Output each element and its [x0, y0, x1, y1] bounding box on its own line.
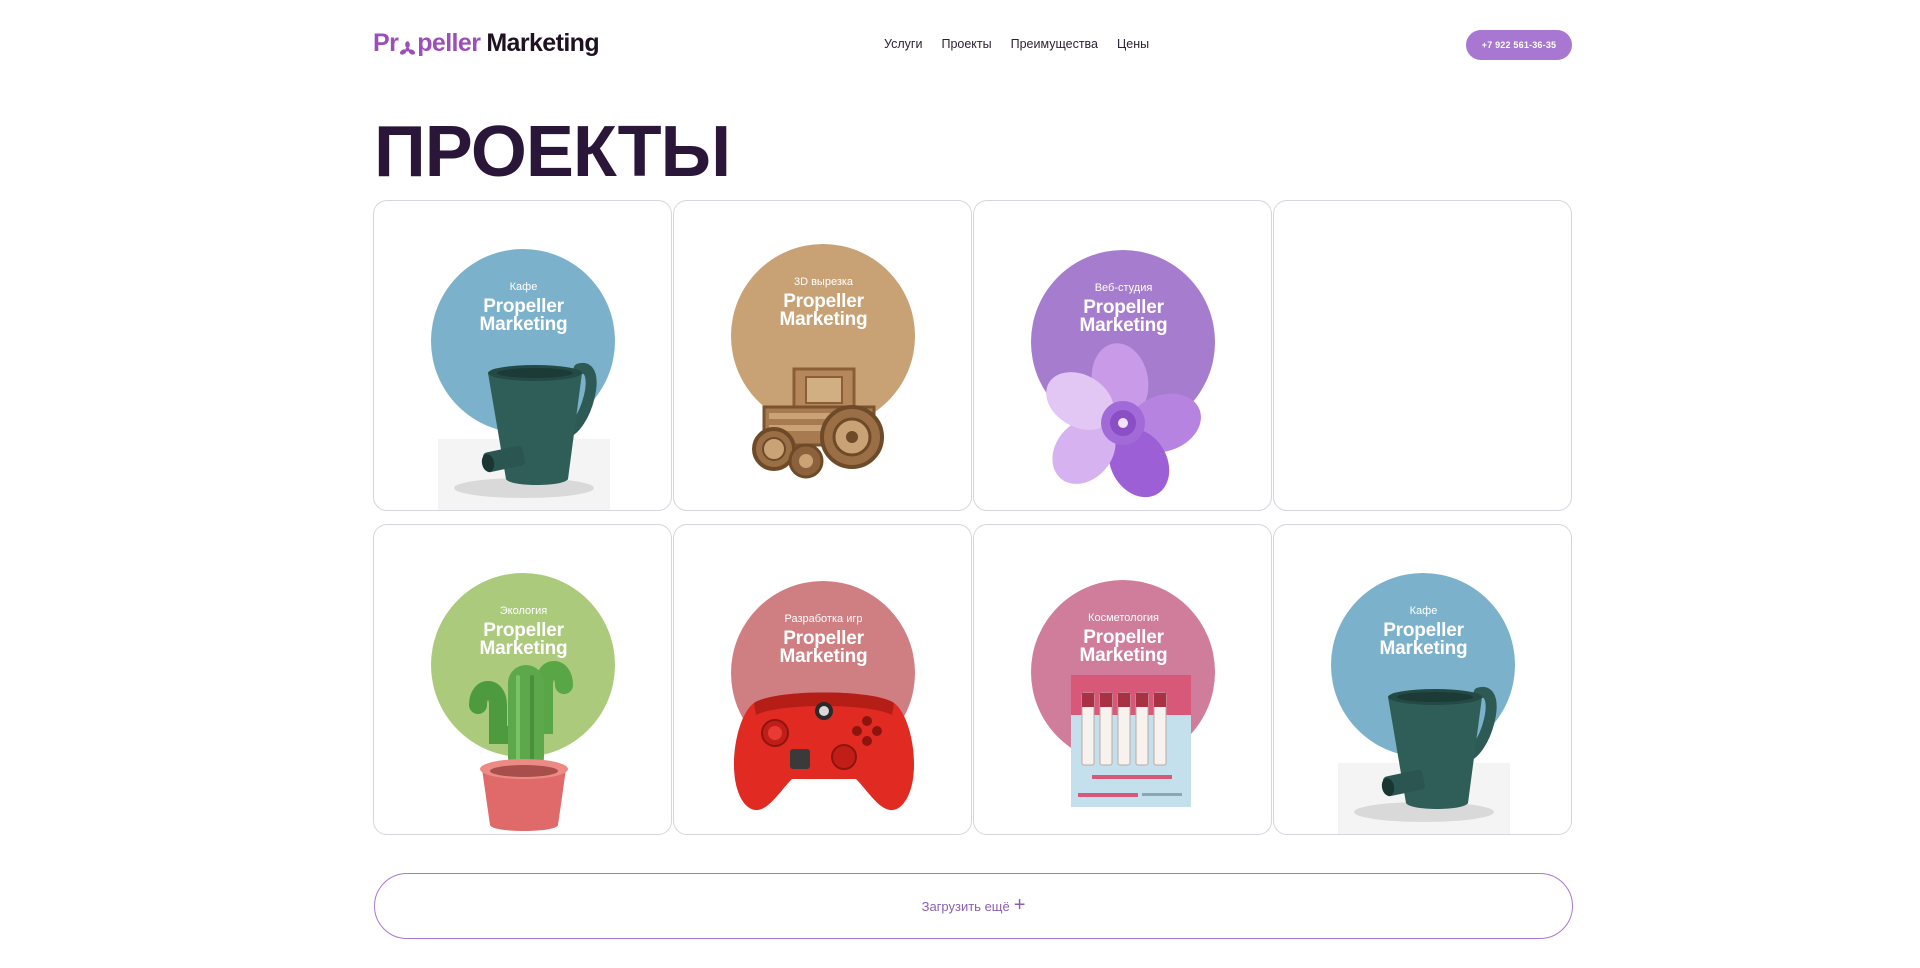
nav-services[interactable]: Услуги — [884, 37, 922, 51]
project-card-empty[interactable] — [1273, 200, 1572, 511]
flower-icon — [1046, 343, 1201, 498]
wooden-tractor-icon — [752, 367, 884, 479]
project-card-cafe[interactable]: Кафе Propeller Marketing — [373, 200, 672, 511]
load-more-label: Загрузить ещё — [921, 898, 1010, 914]
plus-icon: + — [1013, 894, 1026, 916]
gamepad-icon — [733, 692, 915, 811]
phone-button[interactable]: +7 922 561-36-35 — [1466, 30, 1572, 60]
project-card-cosmetology[interactable]: Косметология Propeller Marketing — [973, 524, 1272, 835]
load-more-button[interactable]: Загрузить ещё + — [374, 873, 1573, 939]
propeller-icon — [399, 36, 416, 55]
project-card-gamedev[interactable]: Разработка игр Propeller Marketing — [673, 524, 972, 835]
project-card-web-studio[interactable]: Веб-студия Propeller Marketing — [973, 200, 1272, 511]
logo-brand: Pr peller — [373, 29, 481, 57]
mug-icon — [1338, 687, 1510, 834]
site-header: Pr peller Marketing Услуги Проекты Преим… — [0, 0, 1920, 90]
projects-grid: Кафе Propeller Marketing 3D вырезка Prop… — [373, 200, 1573, 835]
nav-prices[interactable]: Цены — [1117, 37, 1149, 51]
logo[interactable]: Pr peller Marketing — [373, 29, 600, 58]
project-card-cafe-2[interactable]: Кафе Propeller Marketing — [1273, 524, 1572, 835]
page-title: ПРОЕКТЫ — [374, 112, 731, 192]
project-card-3d-cut[interactable]: 3D вырезка Propeller Marketing — [673, 200, 972, 511]
mug-icon — [438, 363, 610, 510]
cactus-icon — [469, 661, 573, 831]
project-card-ecology[interactable]: Экология Propeller Marketing — [373, 524, 672, 835]
nav-advantages[interactable]: Преимущества — [1011, 37, 1098, 51]
nav-projects[interactable]: Проекты — [941, 37, 991, 51]
logo-text: Marketing — [486, 29, 600, 57]
lipstick-box-icon — [1071, 675, 1191, 807]
main-nav: Услуги Проекты Преимущества Цены — [884, 37, 1149, 51]
